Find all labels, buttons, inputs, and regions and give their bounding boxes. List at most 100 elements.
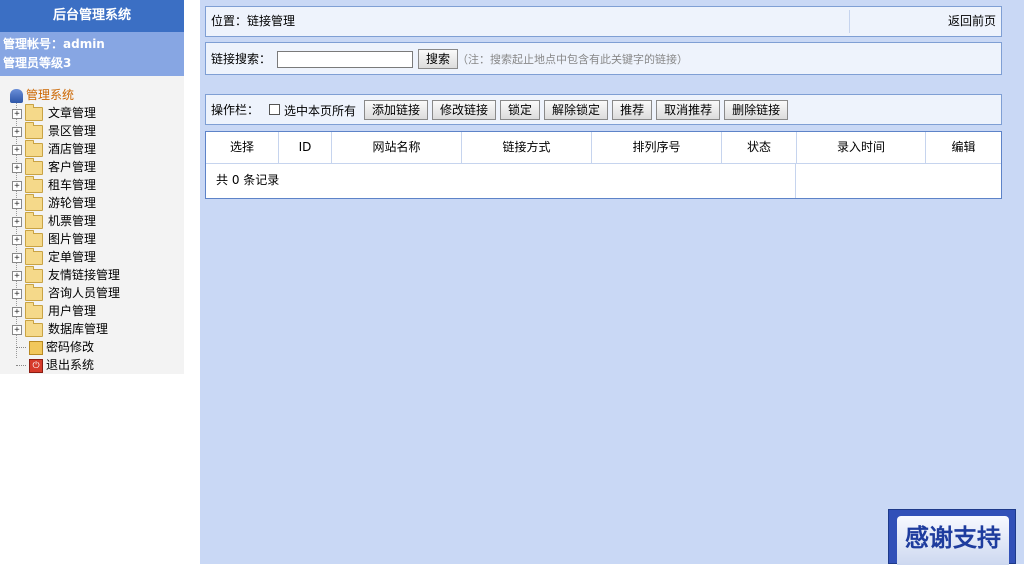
expand-icon[interactable]: + [12, 234, 22, 245]
column-header: 选择 [206, 132, 279, 163]
column-header: 编辑 [951, 140, 976, 154]
column-header: 链接方式 [462, 132, 592, 163]
tree-item-label: 密码修改 [46, 340, 95, 354]
folder-icon [25, 193, 43, 211]
operations-bar: 操作栏： 选中本页所有 添加链接 修改链接 锁定 解除锁定 推荐 取消推荐 删除… [205, 94, 1002, 125]
column-header: 排列序号 [592, 132, 722, 163]
admin-account: 管理帐号：admin [3, 37, 105, 51]
expand-icon[interactable]: + [12, 198, 22, 209]
folder-icon [25, 121, 43, 139]
folder-icon [25, 229, 43, 247]
delete-link-button[interactable]: 删除链接 [724, 100, 789, 120]
tree-item-label: 数据库管理 [48, 322, 109, 336]
tree-item-label: 定单管理 [48, 250, 97, 264]
computer-icon [10, 88, 23, 103]
folder-icon [25, 283, 43, 301]
divider [849, 10, 850, 33]
folder-icon [25, 139, 43, 157]
select-all-checkbox[interactable] [269, 104, 280, 115]
location-bar: 位置：链接管理 返回前页 [205, 6, 1002, 37]
edit-link-button[interactable]: 修改链接 [432, 100, 497, 120]
nav-tree: 管理系统 + 文章管理 + 景区管理 + 酒店管理 + 客户管理 + 租车管理 + 游轮管理… [0, 76, 184, 374]
sidebar-title: 后台管理系统 [0, 0, 184, 32]
operation-buttons: 添加链接 修改链接 锁定 解除锁定 推荐 取消推荐 删除链接 [364, 100, 789, 120]
tree-item-database[interactable]: + 数据库管理 [0, 319, 184, 338]
search-input[interactable] [277, 51, 413, 68]
tree-item-label: 图片管理 [48, 232, 97, 246]
column-header: 状态 [722, 132, 797, 163]
tree-item-car-rental[interactable]: + 租车管理 [0, 175, 184, 194]
main-content: 位置：链接管理 返回前页 链接搜索： 搜索 （注：搜索起止地点中包含有此关键字的… [200, 0, 1024, 564]
expand-icon[interactable]: + [12, 270, 22, 281]
tree-item-flights[interactable]: + 机票管理 [0, 211, 184, 230]
tree-item-links[interactable]: + 友情链接管理 [0, 265, 184, 284]
unrecommend-button[interactable]: 取消推荐 [656, 100, 721, 120]
folder-icon [25, 301, 43, 319]
select-all-label[interactable]: 选中本页所有 [284, 95, 356, 128]
thanks-badge[interactable]: 感谢支持 [888, 509, 1016, 565]
tree-item-label: 用户管理 [48, 304, 97, 318]
tree-item-images[interactable]: + 图片管理 [0, 229, 184, 248]
tree-item-customers[interactable]: + 客户管理 [0, 157, 184, 176]
search-note: （注：搜索起止地点中包含有此关键字的链接） [457, 53, 688, 66]
key-icon [29, 340, 43, 355]
search-bar: 链接搜索： 搜索 （注：搜索起止地点中包含有此关键字的链接） [205, 42, 1002, 75]
tree-connector [16, 364, 26, 367]
tree-item-label: 退出系统 [46, 358, 95, 372]
expand-icon[interactable]: + [12, 108, 22, 119]
tree-item-label: 酒店管理 [48, 142, 97, 156]
expand-icon[interactable]: + [12, 144, 22, 155]
tree-item-cruise[interactable]: + 游轮管理 [0, 193, 184, 212]
tree-item-label: 机票管理 [48, 214, 97, 228]
folder-icon [25, 175, 43, 193]
expand-icon[interactable]: + [12, 126, 22, 137]
add-link-button[interactable]: 添加链接 [364, 100, 429, 120]
folder-icon [25, 157, 43, 175]
expand-icon[interactable]: + [12, 180, 22, 191]
expand-icon[interactable]: + [12, 216, 22, 227]
folder-icon [25, 211, 43, 229]
search-button[interactable]: 搜索 [418, 49, 459, 69]
tree-connector [16, 346, 26, 349]
tree-item-label: 客户管理 [48, 160, 97, 174]
column-header: 网站名称 [332, 132, 462, 163]
tree-item-label: 游轮管理 [48, 196, 97, 210]
column-header: ID [279, 132, 332, 163]
folder-icon [25, 103, 43, 121]
tree-item-consultants[interactable]: + 咨询人员管理 [0, 283, 184, 302]
column-header: 录入时间 [797, 132, 926, 163]
table-header: 选择 ID 网站名称 链接方式 排列序号 状态 录入时间 编辑 [206, 132, 1001, 164]
tree-item-label: 文章管理 [48, 106, 97, 120]
links-table: 选择 ID 网站名称 链接方式 排列序号 状态 录入时间 编辑 共 0 条记录 [205, 131, 1002, 199]
folder-icon [25, 247, 43, 265]
recommend-button[interactable]: 推荐 [612, 100, 653, 120]
record-count: 共 0 条记录 [206, 164, 796, 198]
expand-icon[interactable]: + [12, 162, 22, 173]
expand-icon[interactable]: + [12, 288, 22, 299]
admin-level: 管理员等级3 [3, 56, 72, 70]
tree-root[interactable]: 管理系统 [0, 86, 184, 104]
tree-item-hotel[interactable]: + 酒店管理 [0, 139, 184, 158]
expand-icon[interactable]: + [12, 252, 22, 263]
tree-root-label: 管理系统 [26, 88, 75, 102]
search-label: 链接搜索： [211, 52, 272, 66]
tree-item-orders[interactable]: + 定单管理 [0, 247, 184, 266]
folder-icon [25, 319, 43, 337]
tree-item-label: 友情链接管理 [48, 268, 121, 282]
tree-item-password[interactable]: 密码修改 [0, 338, 184, 356]
tree-item-label: 租车管理 [48, 178, 97, 192]
tree-item-users[interactable]: + 用户管理 [0, 301, 184, 320]
breadcrumb: 位置：链接管理 [211, 14, 296, 28]
sidebar: 后台管理系统 管理帐号：admin 管理员等级3 管理系统 + 文章管理 + 景区管… [0, 0, 184, 564]
expand-icon[interactable]: + [12, 306, 22, 317]
tree-item-articles[interactable]: + 文章管理 [0, 103, 184, 122]
tree-item-scenic[interactable]: + 景区管理 [0, 121, 184, 140]
table-footer: 共 0 条记录 [206, 164, 1001, 198]
back-link[interactable]: 返回前页 [948, 7, 996, 36]
expand-icon[interactable]: + [12, 324, 22, 335]
tree-item-logout[interactable]: ⏻ 退出系统 [0, 356, 184, 374]
power-icon: ⏻ [29, 358, 43, 373]
lock-button[interactable]: 锁定 [500, 100, 541, 120]
unlock-button[interactable]: 解除锁定 [544, 100, 609, 120]
admin-info: 管理帐号：admin 管理员等级3 [0, 32, 184, 76]
